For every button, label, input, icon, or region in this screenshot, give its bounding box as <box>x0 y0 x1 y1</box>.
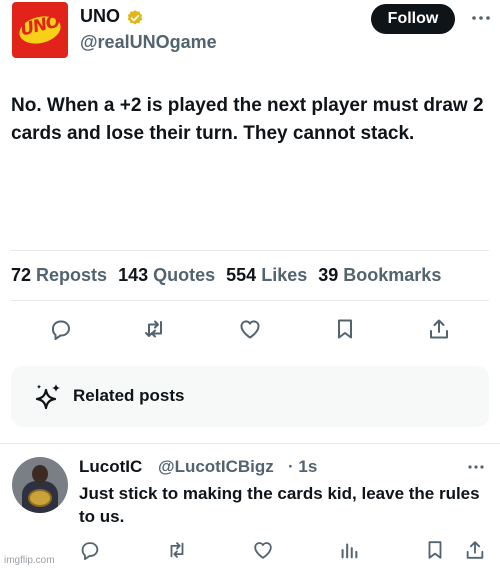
watermark: imgflip.com <box>4 555 55 566</box>
avatar-belt <box>28 489 52 507</box>
share-icon[interactable] <box>427 317 451 341</box>
related-posts-button[interactable]: Related posts <box>11 366 489 427</box>
reply-timestamp[interactable]: · 1s <box>288 457 317 477</box>
bookmark-icon[interactable] <box>424 539 446 561</box>
reply-author-name[interactable]: LucotIC <box>79 457 142 477</box>
stat-bookmarks[interactable]: 39 Bookmarks <box>318 265 441 286</box>
reply-avatar[interactable] <box>12 457 68 513</box>
avatar-figure-head <box>32 465 48 483</box>
tweet-stats: 72 Reposts 143 Quotes 554 Likes 39 Bookm… <box>11 265 452 286</box>
reply-text: Just stick to making the cards kid, leav… <box>79 484 480 526</box>
follow-button[interactable]: Follow <box>371 4 455 34</box>
author-handle[interactable]: @realUNOgame <box>80 32 217 53</box>
author-name[interactable]: UNO <box>80 6 120 27</box>
tweet-text: No. When a +2 is played the next player … <box>11 95 484 144</box>
stat-likes[interactable]: 554 Likes <box>226 265 307 286</box>
reply-icon[interactable] <box>79 539 101 561</box>
repost-icon[interactable] <box>143 317 167 341</box>
repost-icon[interactable] <box>166 539 188 561</box>
stat-reposts[interactable]: 72 Reposts <box>11 265 107 286</box>
bookmark-icon[interactable] <box>333 317 357 341</box>
divider <box>11 300 489 301</box>
uno-avatar[interactable]: UNO <box>12 2 68 58</box>
sparkle-icon <box>33 381 65 413</box>
share-icon[interactable] <box>464 539 486 561</box>
like-icon[interactable] <box>238 317 262 341</box>
more-options-icon[interactable] <box>470 8 492 28</box>
related-posts-label: Related posts <box>73 386 185 405</box>
reply-more-options-icon[interactable] <box>466 459 486 475</box>
divider <box>0 443 500 444</box>
stat-quotes[interactable]: 143 Quotes <box>118 265 215 286</box>
reply-icon[interactable] <box>49 317 73 341</box>
reply-author-handle[interactable]: @LucotICBigz <box>158 457 274 477</box>
like-icon[interactable] <box>252 539 274 561</box>
views-icon[interactable] <box>338 539 360 561</box>
divider <box>11 250 489 251</box>
verified-badge-icon <box>126 9 144 27</box>
